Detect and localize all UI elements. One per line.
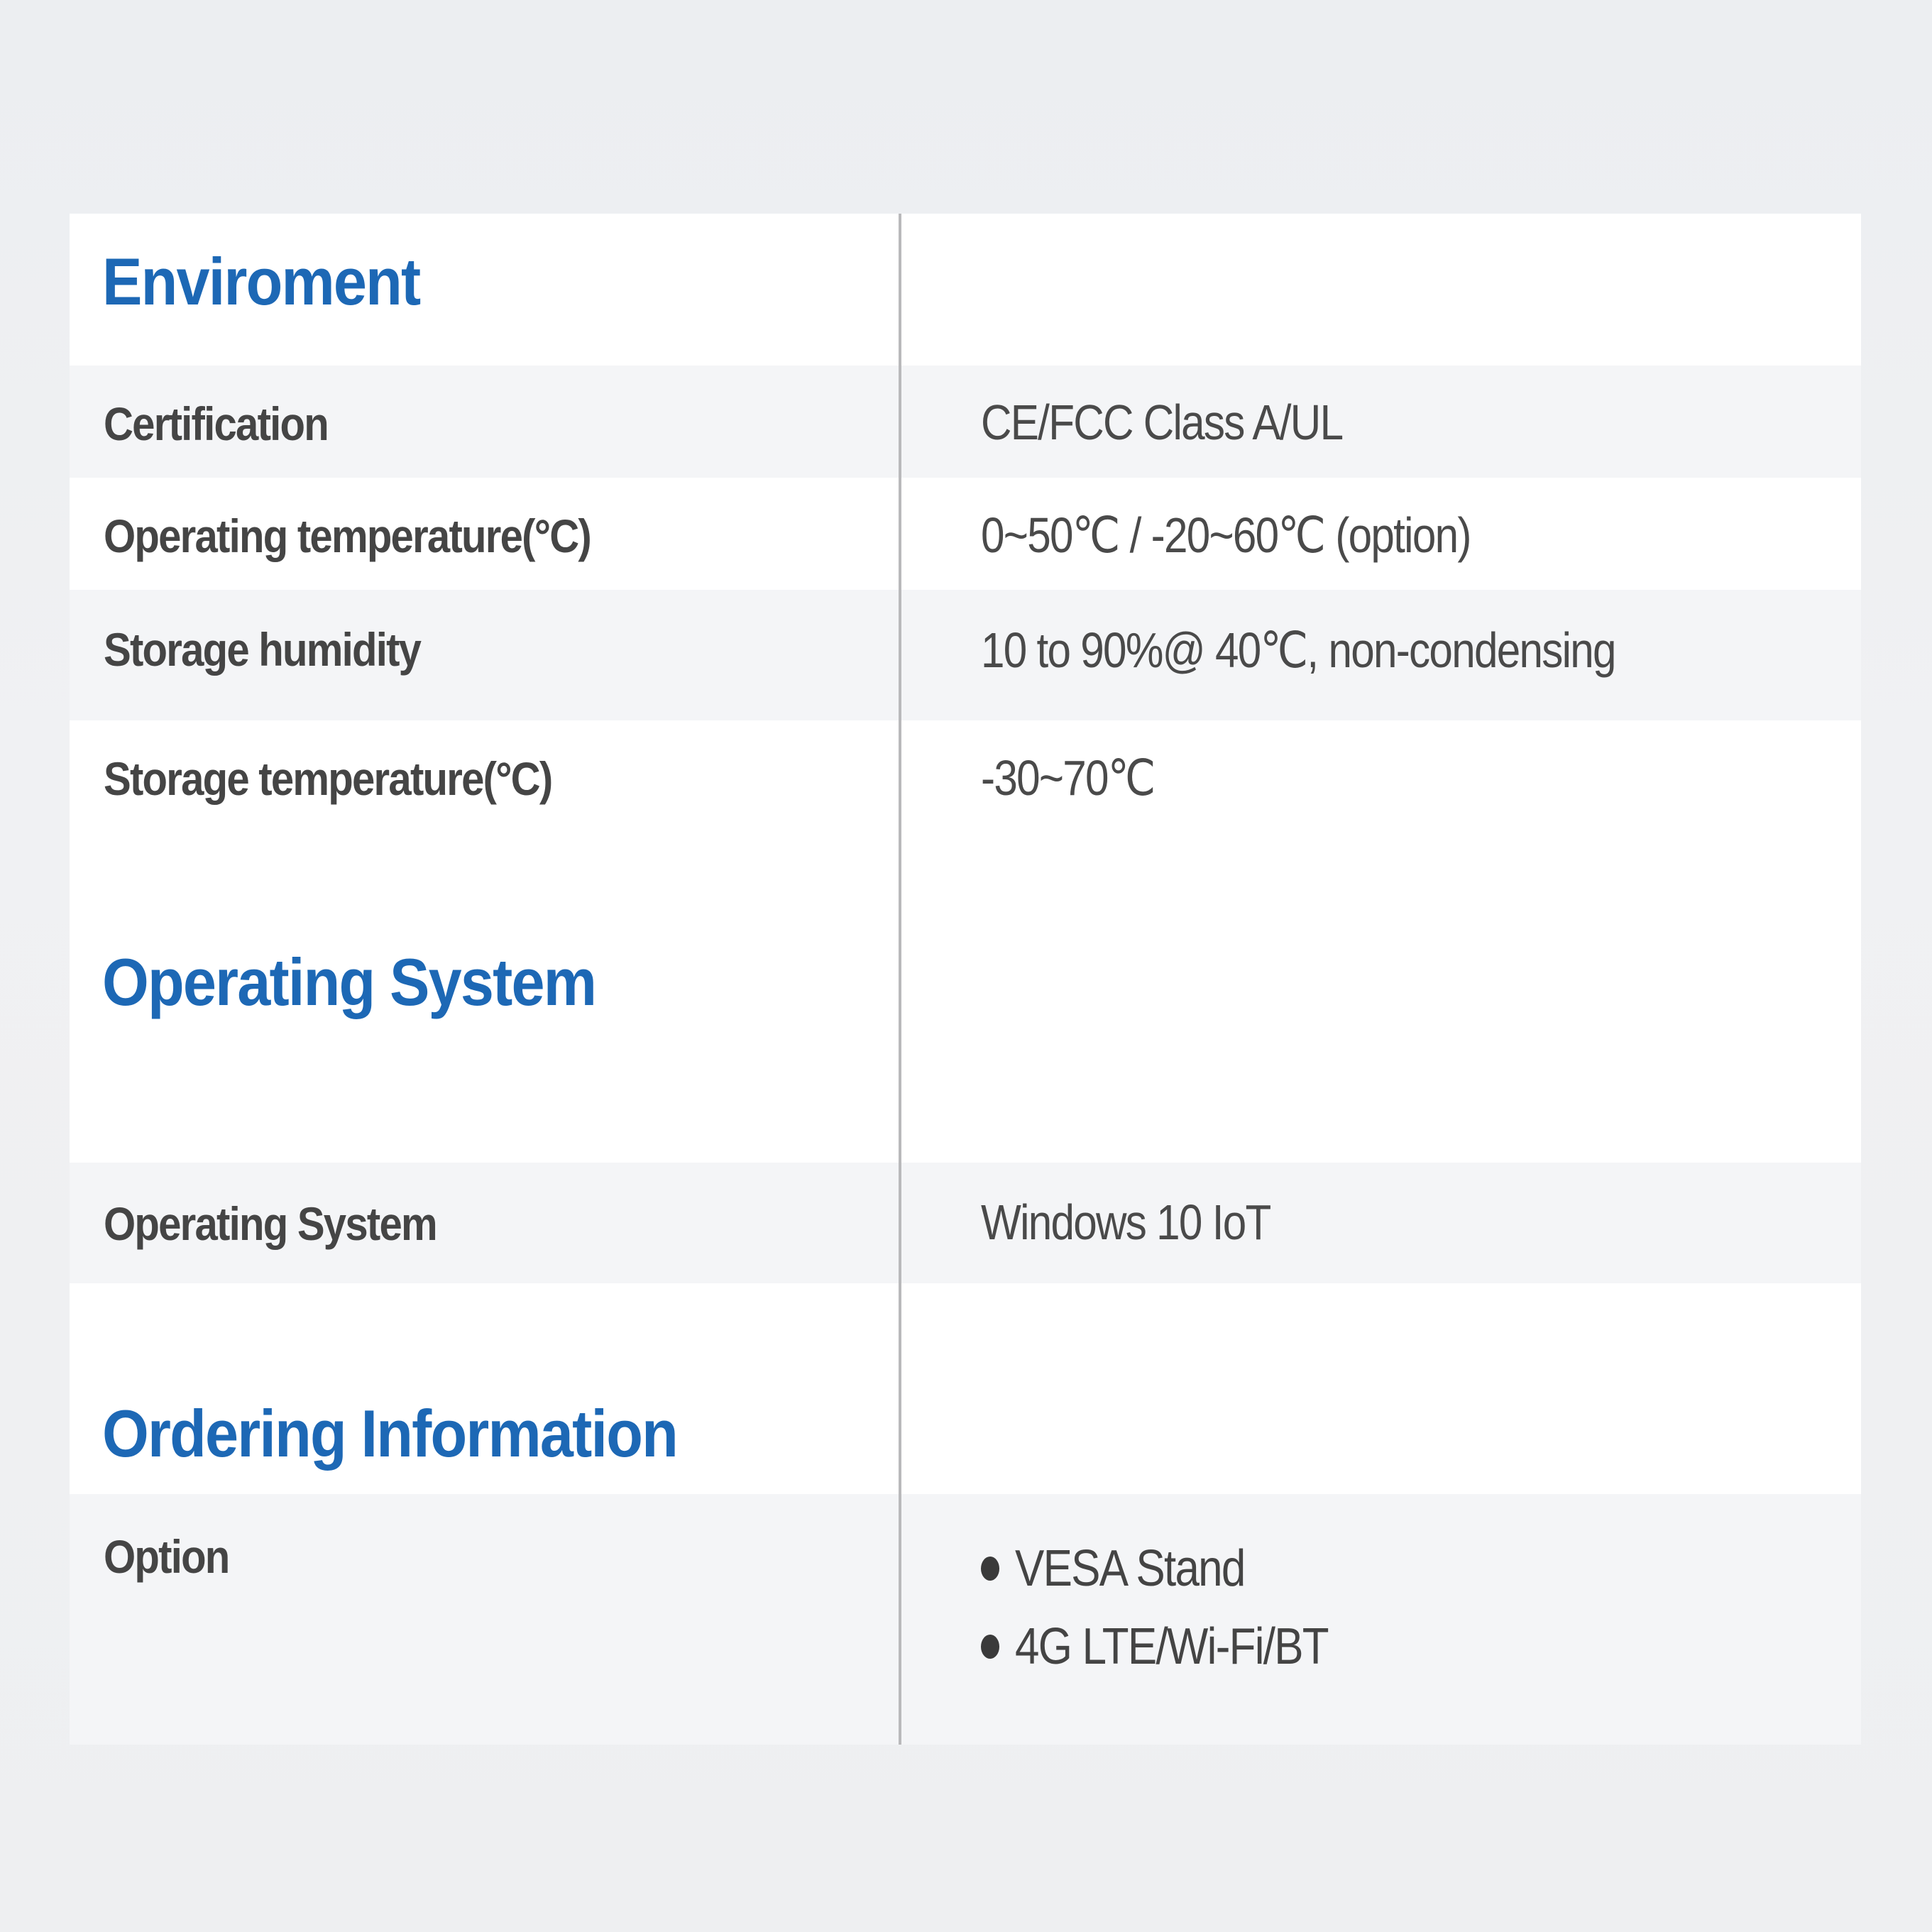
spec-label: Storage temperature(°C)	[104, 752, 553, 805]
section-title: Operating System	[102, 945, 597, 1019]
spec-label: Operating temperature(°C)	[104, 510, 592, 562]
spec-table: Enviroment Certification CE/FCC Class A/…	[70, 214, 1861, 1745]
bullet-icon	[981, 1635, 999, 1659]
spec-value: -30~70℃	[981, 750, 1156, 806]
spec-value: 10 to 90%@ 40℃, non-condensing	[981, 622, 1617, 678]
spec-row-storage-humidity: Storage humidity 10 to 90%@ 40℃, non-con…	[70, 590, 1861, 720]
spec-label: Option	[104, 1530, 230, 1583]
spec-row-certification: Certification CE/FCC Class A/UL	[70, 366, 1861, 478]
spec-value: CE/FCC Class A/UL	[981, 395, 1344, 450]
spec-row-option: Option VESA Stand 4G LTE/Wi-Fi/BT	[70, 1494, 1861, 1745]
spec-value: 0~50℃ / -20~60℃ (option)	[981, 507, 1471, 563]
option-list: VESA Stand 4G LTE/Wi-Fi/BT	[981, 1530, 1379, 1686]
spec-label: Operating System	[104, 1197, 438, 1250]
spec-label: Storage humidity	[104, 623, 422, 676]
section-header-operating-system: Operating System	[70, 834, 1861, 1163]
option-item: 4G LTE/Wi-Fi/BT	[981, 1608, 1379, 1686]
spec-value: Windows 10 IoT	[981, 1195, 1271, 1250]
section-title: Ordering Information	[102, 1396, 679, 1471]
option-item: VESA Stand	[981, 1530, 1379, 1608]
option-text: 4G LTE/Wi-Fi/BT	[1015, 1618, 1329, 1675]
spec-label: Certification	[104, 397, 329, 450]
column-divider	[899, 214, 901, 1745]
section-header-environment: Enviroment	[70, 214, 1861, 366]
section-header-ordering-information: Ordering Information	[70, 1283, 1861, 1494]
spec-row-operating-system: Operating System Windows 10 IoT	[70, 1163, 1861, 1283]
option-text: VESA Stand	[1015, 1540, 1246, 1597]
spec-row-operating-temperature: Operating temperature(°C) 0~50℃ / -20~60…	[70, 478, 1861, 590]
section-title: Enviroment	[102, 244, 421, 319]
bullet-icon	[981, 1557, 999, 1581]
spec-row-storage-temperature: Storage temperature(°C) -30~70℃	[70, 720, 1861, 834]
